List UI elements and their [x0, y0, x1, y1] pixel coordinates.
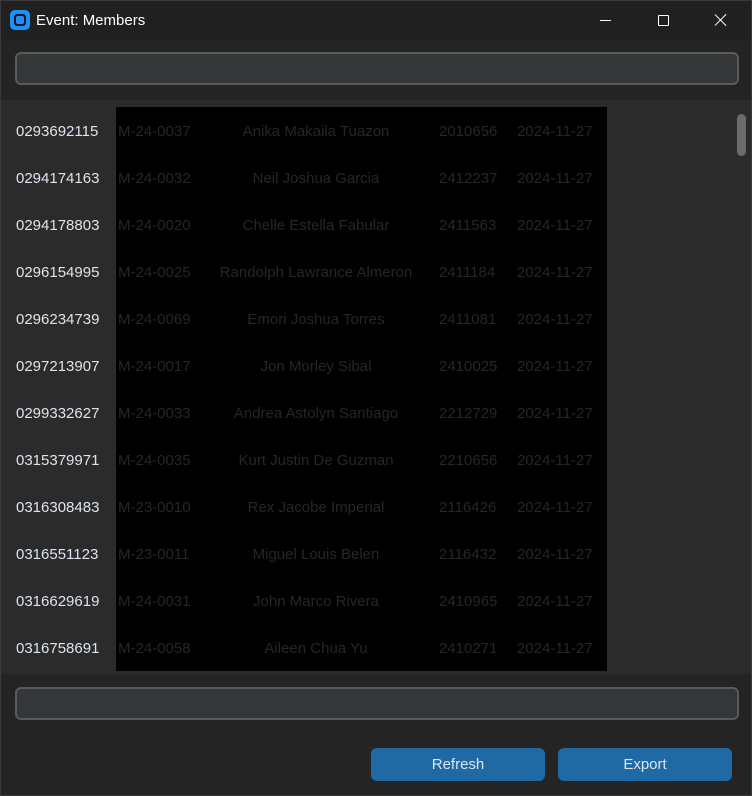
- member-name: Aileen Chua Yu: [264, 640, 368, 657]
- list-item[interactable]: 0316308483 M-23-0010 Rex Jacobe Imperial 21…: [1, 498, 621, 545]
- member-date: 2024-11-27: [517, 405, 593, 422]
- member-name: Anika Makaila Tuazon: [242, 123, 390, 140]
- member-date: 2024-11-27: [517, 217, 593, 234]
- member-name: Rex Jacobe Imperial: [247, 499, 385, 516]
- member-name: John Marco Rivera: [253, 593, 379, 610]
- member-rfid: 0316758691: [16, 640, 100, 657]
- member-date: 2024-11-27: [517, 170, 593, 187]
- member-id: M-24-0031: [118, 593, 191, 610]
- member-id: M-24-0033: [118, 405, 191, 422]
- member-id: M-24-0020: [118, 217, 191, 234]
- member-rfid: 0293692115: [16, 123, 99, 140]
- member-name: Randolph Lawrance Almeron: [219, 264, 413, 281]
- list-item[interactable]: 0294174163 M-24-0032 Neil Joshua Garcia 241…: [1, 169, 621, 216]
- member-id: M-24-0037: [118, 123, 191, 140]
- list-item[interactable]: 0316758691 M-24-0058 Aileen Chua Yu 2410271…: [1, 639, 621, 686]
- member-id: M-24-0069: [118, 311, 191, 328]
- member-number: 2410025: [439, 358, 498, 375]
- member-date: 2024-11-27: [517, 264, 593, 281]
- members-window: Event: Members 0293692115 M-24-0037 Anika …: [0, 0, 752, 796]
- member-name: Jon Morley Sibal: [260, 358, 372, 375]
- member-number: 2412237: [439, 170, 498, 187]
- member-rfid: 0316629619: [16, 593, 100, 610]
- export-button[interactable]: Export: [558, 748, 732, 781]
- member-rfid: 0316551123: [16, 546, 99, 563]
- member-name: Chelle Estella Fabular: [242, 217, 390, 234]
- close-button[interactable]: [692, 1, 750, 39]
- member-name: Kurt Justin De Guzman: [238, 452, 394, 469]
- member-id: M-24-0035: [118, 452, 191, 469]
- minimize-icon: [599, 19, 611, 21]
- member-date: 2024-11-27: [517, 452, 593, 469]
- member-name: Miguel Louis Belen: [252, 546, 380, 563]
- member-number: 2410271: [439, 640, 498, 657]
- member-id: M-24-0017: [118, 358, 191, 375]
- member-rfid: 0296154995: [16, 264, 100, 281]
- scrollbar[interactable]: [735, 107, 747, 667]
- member-number: 2410965: [439, 593, 498, 610]
- refresh-button[interactable]: Refresh: [371, 748, 545, 781]
- member-date: 2024-11-27: [517, 499, 593, 516]
- list-item[interactable]: 0296154995 M-24-0025 Randolph Lawrance Alm…: [1, 263, 621, 310]
- member-number: 2010656: [439, 123, 498, 140]
- member-rfid: 0294174163: [16, 170, 100, 187]
- member-number: 2411081: [439, 311, 497, 328]
- member-date: 2024-11-27: [517, 546, 593, 563]
- member-rfid: 0299332627: [16, 405, 100, 422]
- member-number: 2212729: [439, 405, 498, 422]
- member-name: Andrea Astolyn Santiago: [233, 405, 399, 422]
- bottom-entry-field[interactable]: [15, 687, 739, 720]
- member-number: 2210656: [439, 452, 498, 469]
- member-date: 2024-11-27: [517, 640, 593, 657]
- member-rfid: 0315379971: [16, 452, 100, 469]
- list-item[interactable]: 0296234739 M-24-0069 Emori Joshua Torres 24…: [1, 310, 621, 357]
- member-name: Neil Joshua Garcia: [252, 170, 380, 187]
- list-item[interactable]: 0315379971 M-24-0035 Kurt Justin De Guzman…: [1, 451, 621, 498]
- member-rfid: 0297213907: [16, 358, 100, 375]
- search-input[interactable]: [15, 52, 739, 85]
- member-id: M-24-0032: [118, 170, 191, 187]
- member-rfid: 0296234739: [16, 311, 100, 328]
- list-item[interactable]: 0297213907 M-24-0017 Jon Morley Sibal 24100…: [1, 357, 621, 404]
- member-name: Emori Joshua Torres: [247, 311, 385, 328]
- member-rfid: 0294178803: [16, 217, 100, 234]
- member-rfid: 0316308483: [16, 499, 100, 516]
- list-item[interactable]: 0316551123 M-23-0011 Miguel Louis Belen 211…: [1, 545, 621, 592]
- member-number: 2116426: [439, 499, 497, 516]
- member-number: 2116432: [439, 546, 497, 563]
- list-item[interactable]: 0294178803 M-24-0020 Chelle Estella Fabula…: [1, 216, 621, 263]
- member-id: M-23-0010: [118, 499, 191, 516]
- maximize-icon: [657, 14, 669, 26]
- member-id: M-24-0025: [118, 264, 191, 281]
- member-date: 2024-11-27: [517, 593, 593, 610]
- window-title: Event: Members: [36, 12, 146, 29]
- close-icon: [714, 13, 728, 27]
- list-item[interactable]: 0299332627 M-24-0033 Andrea Astolyn Santia…: [1, 404, 621, 451]
- member-date: 2024-11-27: [517, 311, 593, 328]
- member-number: 2411184: [439, 264, 496, 281]
- list-item[interactable]: 0316629619 M-24-0031 John Marco Rivera 2410…: [1, 592, 621, 639]
- member-number: 2411563: [439, 217, 497, 234]
- list-item[interactable]: 0293692115 M-24-0037 Anika Makaila Tuazon 2…: [1, 122, 621, 169]
- scrollbar-thumb[interactable]: [737, 114, 746, 156]
- maximize-button[interactable]: [634, 1, 692, 39]
- member-date: 2024-11-27: [517, 123, 593, 140]
- minimize-button[interactable]: [576, 1, 634, 39]
- title-bar[interactable]: Event: Members: [1, 1, 751, 39]
- member-id: M-24-0058: [118, 640, 191, 657]
- member-id: M-23-0011: [118, 546, 190, 563]
- member-date: 2024-11-27: [517, 358, 593, 375]
- app-icon: [10, 10, 30, 30]
